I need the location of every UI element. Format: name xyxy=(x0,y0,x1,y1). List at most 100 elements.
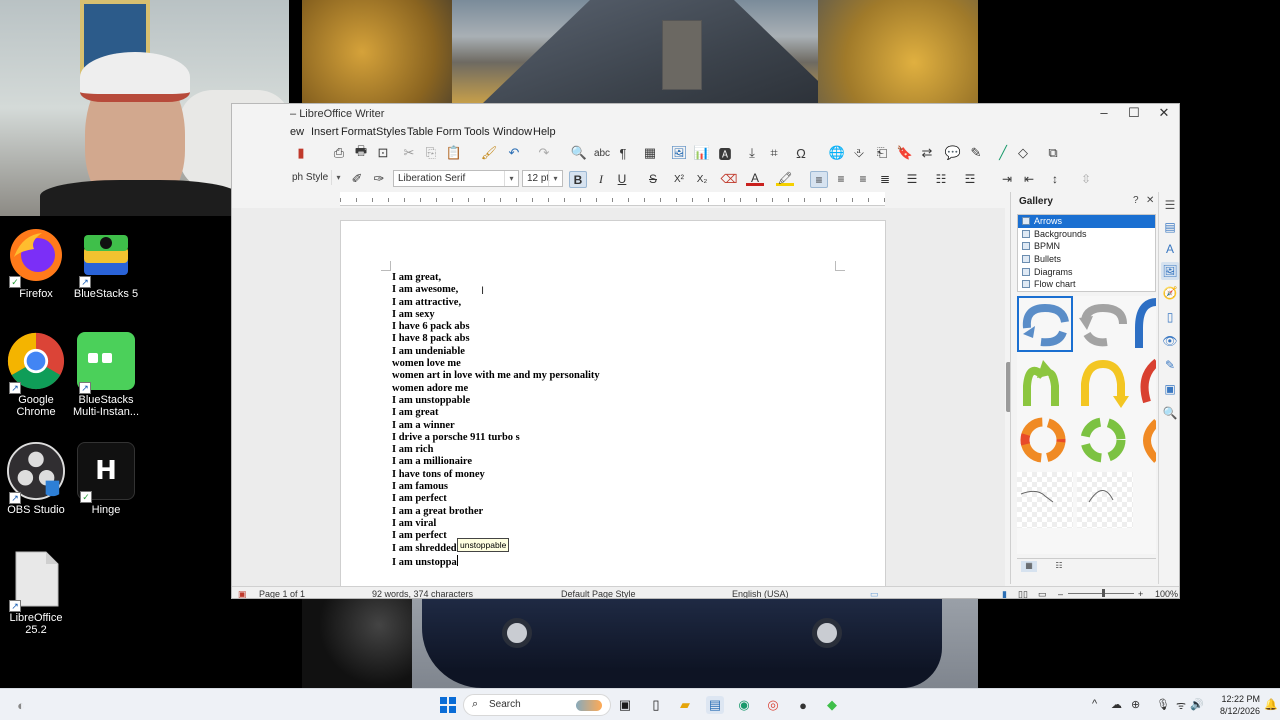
italic-button[interactable]: I xyxy=(592,171,610,188)
insert-image-icon[interactable]: 🖼 xyxy=(670,144,688,162)
copy-icon[interactable]: ⎘ xyxy=(422,144,440,162)
spelling-icon[interactable]: abc xyxy=(593,144,611,162)
bookmark-icon[interactable]: 🔖 xyxy=(896,144,914,162)
menu-styles[interactable]: Styles xyxy=(376,126,406,138)
task-view-icon[interactable]: ▣ xyxy=(616,696,634,714)
menu-help[interactable]: Help xyxy=(533,126,556,138)
horizontal-ruler[interactable] xyxy=(340,192,885,206)
bold-button[interactable]: B xyxy=(569,171,587,188)
menu-format[interactable]: Format xyxy=(341,126,376,138)
gallery-theme-item[interactable]: Diagrams xyxy=(1018,266,1155,279)
style-inspector-icon[interactable]: 👁 xyxy=(1161,332,1179,350)
insert-field-icon[interactable]: ⌗ xyxy=(765,144,783,162)
microphone-icon[interactable]: 🎙 xyxy=(1156,698,1170,711)
insert-table-icon[interactable]: ▦ xyxy=(641,144,659,162)
find-replace-icon[interactable]: 🔍 xyxy=(570,144,588,162)
volume-icon[interactable]: 🔊 xyxy=(1190,698,1204,711)
zoom-slider-handle[interactable] xyxy=(1102,589,1105,597)
special-character-icon[interactable]: Ω xyxy=(792,144,810,162)
libreoffice-writer-taskbar-icon[interactable]: ▤ xyxy=(706,696,724,714)
gallery-arrow-cycle-green[interactable] xyxy=(1077,414,1133,470)
single-page-view-icon[interactable]: ▮ xyxy=(1002,589,1007,598)
track-changes-icon[interactable]: ✎ xyxy=(967,144,985,162)
notification-icon[interactable]: 🔔 xyxy=(1264,698,1278,711)
font-color-button[interactable]: A xyxy=(746,171,764,186)
line-spacing-icon[interactable]: ↕ xyxy=(1046,171,1064,188)
taskbar-search[interactable]: ⌕ Search xyxy=(463,694,611,716)
autocomplete-tooltip[interactable]: unstoppable xyxy=(457,538,510,552)
new-style-icon[interactable]: ✑ xyxy=(370,170,388,188)
outline-list-icon[interactable]: ☲ xyxy=(961,171,979,188)
gallery-theme-item[interactable]: Flow chart xyxy=(1018,278,1155,291)
insert-textbox-icon[interactable]: 🅰 xyxy=(716,144,734,162)
widgets-icon[interactable]: ◐ xyxy=(12,696,30,714)
bullet-list-icon[interactable]: ☰ xyxy=(903,171,921,188)
numbered-list-icon[interactable]: ☷ xyxy=(932,171,950,188)
zoom-slider[interactable] xyxy=(1068,593,1134,594)
network-icon[interactable]: ⊕ xyxy=(1131,698,1140,711)
update-style-icon[interactable]: ✐ xyxy=(348,170,366,188)
hyperlink-icon[interactable]: 🌐 xyxy=(828,144,846,162)
gallery-theme-item[interactable]: Backgrounds xyxy=(1018,228,1155,241)
new-document-icon[interactable]: ▮ xyxy=(292,144,310,162)
manage-changes-icon[interactable]: ✎ xyxy=(1161,356,1179,374)
gallery-arrow-red-partial[interactable] xyxy=(1135,356,1156,412)
file-explorer-icon[interactable]: ▰ xyxy=(676,696,694,714)
desktop-icon-bluestacks-multi[interactable]: ↗ BlueStacks Multi-Instan... xyxy=(70,332,142,418)
insert-chart-icon[interactable]: 📊 xyxy=(693,144,711,162)
notepad-icon[interactable]: ▯ xyxy=(647,696,665,714)
design-deck-icon[interactable]: ▣ xyxy=(1161,380,1179,398)
cross-reference-icon[interactable]: ⇄ xyxy=(918,144,936,162)
styles-deck-icon[interactable]: A xyxy=(1161,240,1179,258)
basic-shapes-icon[interactable]: ◇ xyxy=(1014,144,1032,162)
close-button[interactable]: ✕ xyxy=(1149,104,1179,124)
word-count[interactable]: 92 words, 374 characters xyxy=(372,589,473,598)
book-view-icon[interactable]: ▭ xyxy=(1038,589,1047,598)
gallery-arrow-circular-gray[interactable] xyxy=(1077,298,1133,354)
desktop-icon-hinge[interactable]: H ✓ Hinge xyxy=(70,442,142,516)
page-break-icon[interactable]: ⤓ xyxy=(743,144,761,162)
align-right-button[interactable]: ≡ xyxy=(854,171,872,188)
obs-taskbar-icon[interactable]: ● xyxy=(794,696,812,714)
page-deck-icon[interactable]: ▯ xyxy=(1161,308,1179,326)
cut-icon[interactable]: ✂ xyxy=(400,144,418,162)
page-count[interactable]: Page 1 of 1 xyxy=(259,589,305,598)
gallery-arrow-cycle-orange[interactable] xyxy=(1017,414,1073,470)
underline-button[interactable]: U xyxy=(613,171,631,188)
clear-formatting-icon[interactable]: ⌫ xyxy=(720,171,738,188)
icon-view-icon[interactable]: ▦ xyxy=(1021,561,1037,572)
language[interactable]: English (USA) xyxy=(732,589,789,598)
gallery-theme-item[interactable]: Bullets xyxy=(1018,253,1155,266)
desktop-icon-libreoffice[interactable]: ↗ LibreOffice 25.2 xyxy=(0,550,72,636)
footnote-icon[interactable]: ⎀ xyxy=(850,144,868,162)
menu-tools[interactable]: Tools xyxy=(464,126,490,138)
taskbar-clock[interactable]: 12:22 PM 8/12/2026 xyxy=(1206,693,1260,717)
strikethrough-button[interactable]: S xyxy=(644,171,662,188)
minimize-button[interactable]: – xyxy=(1089,104,1119,124)
maximize-button[interactable]: ☐ xyxy=(1119,104,1149,124)
menu-insert[interactable]: Insert xyxy=(311,126,339,138)
redo-icon[interactable]: ↷ xyxy=(535,144,553,162)
paste-icon[interactable]: 📋 xyxy=(445,144,463,162)
highlight-color-button[interactable]: 🖍 xyxy=(776,171,794,186)
multi-page-view-icon[interactable]: ▯▯ xyxy=(1018,589,1028,598)
bluestacks-taskbar-icon[interactable]: ◆ xyxy=(823,696,841,714)
menu-window[interactable]: Window xyxy=(493,126,532,138)
desktop-icon-bluestacks[interactable]: ↗ BlueStacks 5 xyxy=(70,226,142,300)
desktop-icon-chrome[interactable]: ↗ Google Chrome xyxy=(0,332,72,418)
properties-deck-icon[interactable]: ▤ xyxy=(1161,218,1179,236)
gallery-arrow-u-green[interactable] xyxy=(1017,356,1073,412)
print-preview-icon[interactable]: ⊡ xyxy=(374,144,392,162)
align-left-button[interactable]: ≡ xyxy=(810,171,828,188)
decrease-indent-icon[interactable]: ⇤ xyxy=(1020,171,1038,188)
gallery-arrow-orange-partial[interactable] xyxy=(1135,414,1156,470)
draw-functions-icon[interactable]: ⧉ xyxy=(1044,144,1062,162)
menu-view[interactable]: ew xyxy=(290,126,304,138)
gallery-arrow-curved-blue[interactable] xyxy=(1135,298,1156,354)
desktop-icon-firefox[interactable]: ✓ Firefox xyxy=(0,226,72,300)
document-page[interactable]: I am great, I am awesome, I am attractiv… xyxy=(340,220,886,586)
formatting-marks-icon[interactable]: ¶ xyxy=(614,144,632,162)
align-center-button[interactable]: ≡ xyxy=(832,171,850,188)
paragraph-style-combo[interactable]: ph Style ▾ xyxy=(288,170,345,187)
title-bar[interactable]: – LibreOffice Writer – ☐ ✕ xyxy=(232,104,1179,124)
